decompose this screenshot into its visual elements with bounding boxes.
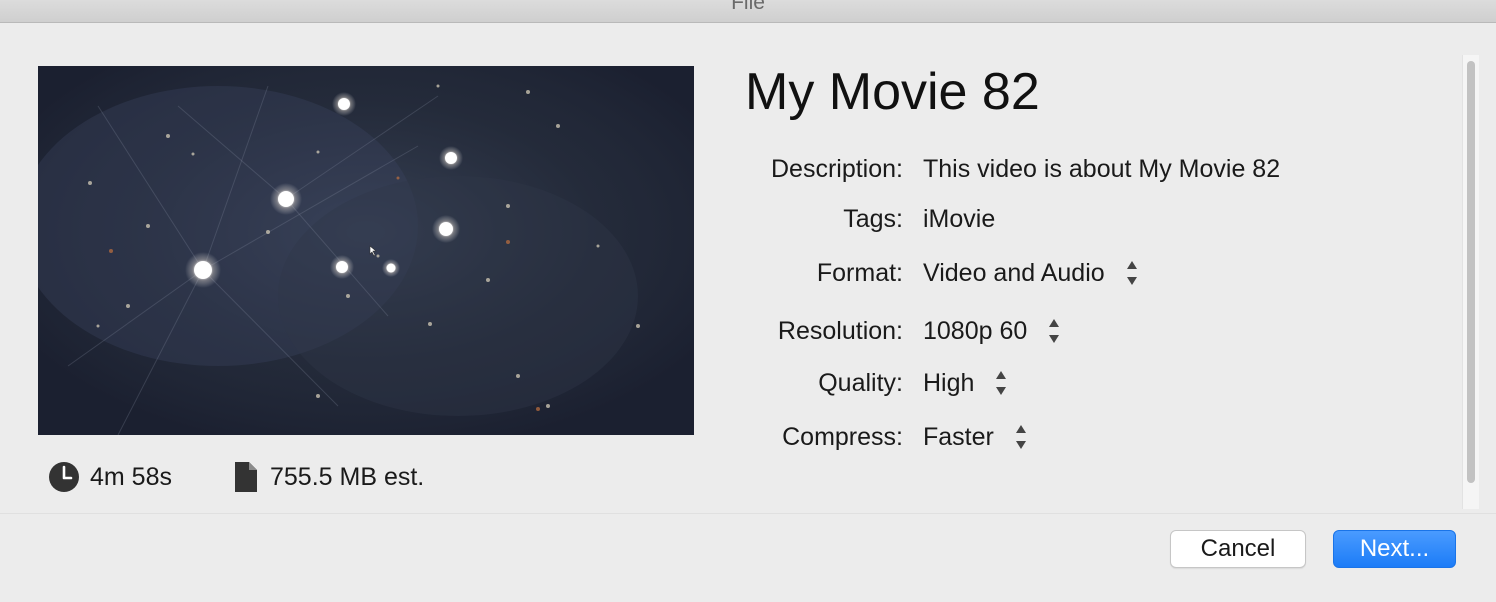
quality-row: Quality: High <box>600 366 1008 400</box>
compress-popup[interactable]: Faster <box>923 423 1028 452</box>
resolution-row: Resolution: 1080p 60 <box>600 314 1061 348</box>
cancel-button[interactable]: Cancel <box>1170 530 1306 568</box>
scrollbar-thumb[interactable] <box>1467 61 1475 483</box>
compress-label: Compress: <box>782 422 903 451</box>
video-preview-thumbnail <box>38 66 694 435</box>
compress-row: Compress: Faster <box>600 420 1028 454</box>
duration-info: 4m 58s <box>48 460 172 494</box>
description-row: Description: This video is about My Movi… <box>600 152 1280 186</box>
quality-label: Quality: <box>818 368 903 397</box>
document-icon <box>234 461 258 493</box>
format-value: Video and Audio <box>923 258 1105 287</box>
format-label: Format: <box>816 258 903 287</box>
next-button[interactable]: Next... <box>1333 530 1456 568</box>
window-title: File <box>731 0 765 14</box>
resolution-popup[interactable]: 1080p 60 <box>923 317 1061 346</box>
resolution-value: 1080p 60 <box>923 316 1028 345</box>
format-row: Format: Video and Audio <box>600 256 1139 290</box>
movie-title[interactable]: My Movie 82 <box>745 60 1040 124</box>
resolution-label: Resolution: <box>777 316 903 345</box>
description-field[interactable]: This video is about My Movie 82 <box>923 155 1280 184</box>
tags-row: Tags: iMovie <box>600 202 995 236</box>
up-down-arrows-icon <box>1125 259 1139 287</box>
file-size-text: 755.5 MB est. <box>270 462 425 491</box>
up-down-arrows-icon <box>1014 423 1028 451</box>
format-popup[interactable]: Video and Audio <box>923 259 1139 288</box>
dialog-footer: Cancel Next... <box>0 514 1496 602</box>
share-dialog-content: 4m 58s 755.5 MB est. My Movie 82 Descrip… <box>0 23 1480 513</box>
window-titlebar: File <box>0 0 1496 23</box>
vertical-scrollbar[interactable] <box>1462 55 1479 509</box>
compress-value: Faster <box>923 422 994 451</box>
tags-label: Tags: <box>843 204 903 233</box>
tags-field[interactable]: iMovie <box>923 205 995 234</box>
file-size-info: 755.5 MB est. <box>234 460 424 494</box>
quality-popup[interactable]: High <box>923 369 1008 398</box>
starfield-image <box>38 66 694 435</box>
description-label: Description: <box>771 154 903 183</box>
quality-value: High <box>923 368 975 397</box>
duration-text: 4m 58s <box>90 462 172 491</box>
up-down-arrows-icon <box>994 369 1008 397</box>
up-down-arrows-icon <box>1047 317 1061 345</box>
clock-icon <box>48 461 80 493</box>
